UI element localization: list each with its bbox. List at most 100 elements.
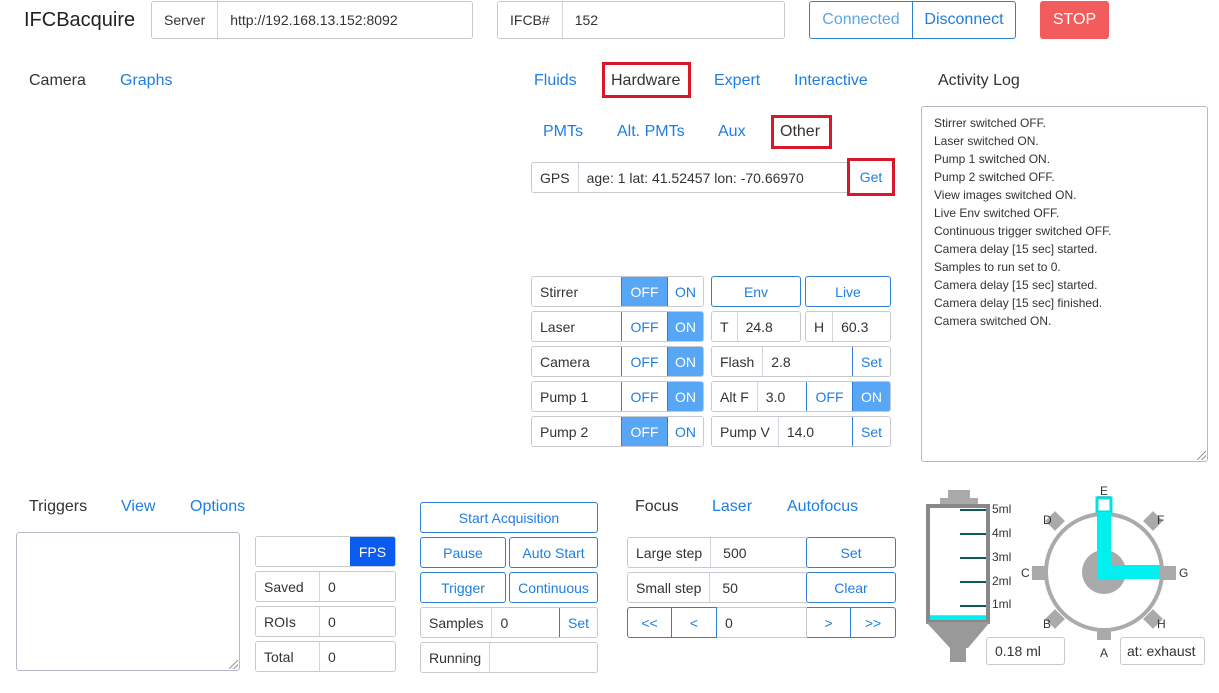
log-line: Pump 1 switched ON. xyxy=(934,152,1051,166)
tab-other[interactable]: Other xyxy=(780,123,820,141)
tab-triggers[interactable]: Triggers xyxy=(29,498,87,516)
switch-label: Stirrer xyxy=(532,277,621,306)
syringe-nozzle xyxy=(950,648,966,662)
switch-off-button[interactable]: OFF xyxy=(621,277,667,306)
switch-row: Stirrer OFF ON xyxy=(531,276,704,307)
tab-laser[interactable]: Laser xyxy=(712,498,752,516)
pump-v-set-button[interactable]: Set xyxy=(852,417,890,446)
flash-input[interactable]: 2.8 xyxy=(763,347,852,376)
alt-f-label: Alt F xyxy=(712,382,758,411)
valve-port-f-label: F xyxy=(1157,513,1165,527)
small-step-input[interactable]: 50 xyxy=(710,573,807,602)
flash-group: Flash 2.8 Set xyxy=(711,346,891,377)
tab-alt-pmts[interactable]: Alt. PMTs xyxy=(617,123,685,141)
log-line: Camera delay [15 sec] started. xyxy=(934,278,1098,292)
fps-button[interactable]: FPS xyxy=(350,537,395,566)
rois-value: 0 xyxy=(320,607,395,636)
triggers-textarea[interactable] xyxy=(16,532,240,671)
h-label: H xyxy=(806,312,834,341)
tab-pmts[interactable]: PMTs xyxy=(543,123,583,141)
gps-label: GPS xyxy=(532,163,579,192)
focus-left-button[interactable]: < xyxy=(672,607,717,638)
switch-on-button[interactable]: ON xyxy=(667,312,703,341)
syringe-tick-2ml: 2ml xyxy=(992,574,1012,588)
focus-right-button[interactable]: > xyxy=(807,607,851,638)
tab-hardware[interactable]: Hardware xyxy=(611,72,680,90)
samples-set-button[interactable]: Set xyxy=(559,608,597,637)
tab-expert[interactable]: Expert xyxy=(714,72,760,90)
focus-far-left-button[interactable]: << xyxy=(627,607,672,638)
start-acquisition-button[interactable]: Start Acquisition xyxy=(420,502,598,533)
log-line: Stirrer switched OFF. xyxy=(934,116,1047,130)
flash-set-button[interactable]: Set xyxy=(852,347,890,376)
large-step-input[interactable]: 500 xyxy=(711,538,807,567)
activity-log-box[interactable]: Stirrer switched OFF. Laser switched ON. P… xyxy=(921,106,1208,462)
tab-graphs[interactable]: Graphs xyxy=(120,72,172,90)
humidity-group: H 60.3 xyxy=(805,311,891,342)
connected-button[interactable]: Connected xyxy=(810,2,912,38)
tab-view[interactable]: View xyxy=(121,498,155,516)
large-step-group: Large step 500 xyxy=(627,537,808,568)
tab-aux[interactable]: Aux xyxy=(718,123,746,141)
alt-f-group: Alt F 3.0 OFF ON xyxy=(711,381,891,412)
switch-row: Camera OFF ON xyxy=(531,346,704,377)
running-value xyxy=(490,643,597,672)
alt-f-input[interactable]: 3.0 xyxy=(757,382,806,411)
tab-options[interactable]: Options xyxy=(190,498,245,516)
samples-group: Samples 0 Set xyxy=(420,607,598,638)
ifcb-group: IFCB# 152 xyxy=(497,1,785,39)
samples-input[interactable]: 0 xyxy=(492,608,559,637)
ifcb-input[interactable]: 152 xyxy=(562,2,784,38)
focus-far-right-button[interactable]: >> xyxy=(851,607,896,638)
switch-on-button[interactable]: ON xyxy=(667,277,703,306)
resize-handle-icon[interactable] xyxy=(229,660,238,669)
tab-fluids[interactable]: Fluids xyxy=(534,72,577,90)
focus-position-input[interactable]: 0 xyxy=(717,607,807,638)
tab-interactive[interactable]: Interactive xyxy=(794,72,868,90)
switch-off-button[interactable]: OFF xyxy=(621,347,667,376)
samples-label: Samples xyxy=(421,608,493,637)
env-button[interactable]: Env xyxy=(711,276,801,307)
tab-camera[interactable]: Camera xyxy=(29,72,86,90)
syringe-plunger-top xyxy=(948,490,970,498)
server-input[interactable]: http://192.168.13.152:8092 xyxy=(218,2,472,38)
live-button[interactable]: Live xyxy=(805,276,891,307)
continuous-button[interactable]: Continuous xyxy=(509,572,598,603)
switch-off-button[interactable]: OFF xyxy=(621,312,667,341)
log-line: Camera switched ON. xyxy=(934,314,1052,328)
syringe-tick-5ml: 5ml xyxy=(992,502,1012,516)
focus-clear-button[interactable]: Clear xyxy=(806,572,896,603)
alt-f-on-button[interactable]: ON xyxy=(852,382,890,411)
small-step-group: Small step 50 xyxy=(627,572,808,603)
rois-label: ROIs xyxy=(256,607,320,636)
switch-label: Pump 2 xyxy=(532,417,621,446)
switch-off-button[interactable]: OFF xyxy=(621,417,667,446)
valve-port-g-label: G xyxy=(1179,566,1189,580)
focus-set-button[interactable]: Set xyxy=(806,537,896,568)
server-group: Server http://192.168.13.152:8092 xyxy=(151,1,473,39)
switch-off-button[interactable]: OFF xyxy=(621,382,667,411)
tab-autofocus[interactable]: Autofocus xyxy=(787,498,858,516)
pump-v-input[interactable]: 14.0 xyxy=(778,417,852,446)
switch-on-button[interactable]: ON xyxy=(667,347,703,376)
stop-button[interactable]: STOP xyxy=(1040,1,1109,39)
trigger-button[interactable]: Trigger xyxy=(420,572,506,603)
switch-row: Laser OFF ON xyxy=(531,311,704,342)
switch-on-button[interactable]: ON xyxy=(667,417,703,446)
pause-button[interactable]: Pause xyxy=(420,537,506,568)
log-line: Continuous trigger switched OFF. xyxy=(934,224,1112,238)
resize-handle-icon[interactable] xyxy=(1197,451,1206,460)
gps-get-button[interactable]: Get xyxy=(850,161,892,193)
ifcb-label: IFCB# xyxy=(498,2,563,38)
tab-focus[interactable]: Focus xyxy=(635,498,679,516)
fps-group: FPS xyxy=(255,536,396,567)
focus-move-group: << < 0 > >> xyxy=(627,607,896,638)
connection-group: Connected Disconnect xyxy=(809,1,1016,39)
auto-start-button[interactable]: Auto Start xyxy=(509,537,598,568)
disconnect-button[interactable]: Disconnect xyxy=(912,2,1015,38)
log-line: Laser switched ON. xyxy=(934,134,1039,148)
syringe-barrel xyxy=(926,504,990,624)
server-label: Server xyxy=(152,2,219,38)
switch-on-button[interactable]: ON xyxy=(667,382,703,411)
alt-f-off-button[interactable]: OFF xyxy=(806,382,852,411)
